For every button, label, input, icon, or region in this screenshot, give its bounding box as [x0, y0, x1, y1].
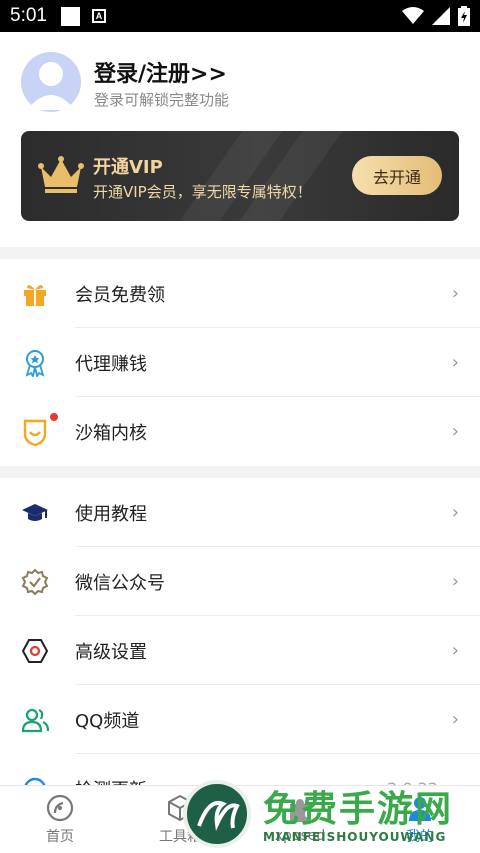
- menu-item-wechat-official[interactable]: 微信公众号 ›: [0, 547, 480, 616]
- shield-icon: [21, 418, 49, 446]
- tab-label: 我的: [406, 828, 434, 845]
- tab-toolbox[interactable]: 工具箱: [120, 786, 240, 853]
- menu-label: 代理赚钱: [75, 353, 147, 375]
- tab-xposed[interactable]: xposed: [240, 786, 360, 853]
- menu-label: 沙箱内核: [75, 422, 147, 444]
- vip-title: 开通VIP: [93, 157, 163, 178]
- menu-item-advanced-settings[interactable]: 高级设置 ›: [0, 616, 480, 685]
- tab-label: 首页: [46, 828, 74, 845]
- avatar[interactable]: [21, 52, 81, 112]
- menu-label: 高级设置: [75, 641, 147, 663]
- hexagon-settings-icon: [21, 637, 49, 665]
- section-divider: [0, 466, 480, 478]
- chevron-right-icon: ›: [451, 421, 459, 442]
- status-time: 5:01: [10, 5, 47, 26]
- notification-dot: [50, 413, 58, 421]
- tab-mine[interactable]: 我的: [360, 786, 480, 853]
- bottom-tab-bar: 首页 工具箱 xposed 我的: [0, 785, 480, 853]
- medal-icon: [21, 349, 49, 377]
- login-subtitle: 登录可解锁完整功能: [94, 91, 230, 109]
- gift-icon: [21, 280, 49, 308]
- chevron-right-icon: ›: [451, 640, 459, 661]
- chevron-right-icon: ›: [451, 571, 459, 592]
- tab-label: xposed: [274, 827, 326, 844]
- menu-label: 会员免费领: [75, 284, 165, 306]
- chevron-right-icon: ›: [451, 352, 459, 373]
- menu-item-free-membership[interactable]: 会员免费领 ›: [0, 259, 480, 328]
- person-icon: [406, 794, 434, 822]
- puzzle-icon: [286, 796, 314, 824]
- chevron-right-icon: ›: [451, 709, 459, 730]
- signal-icon: [432, 7, 450, 25]
- cube-icon: [166, 794, 194, 822]
- menu-label: QQ频道: [75, 710, 140, 732]
- menu-item-sandbox-kernel[interactable]: 沙箱内核 ›: [0, 397, 480, 466]
- menu-item-qq-channel[interactable]: QQ频道 ›: [0, 685, 480, 754]
- badge-check-icon: [21, 568, 49, 596]
- chevron-right-icon: ›: [451, 502, 459, 523]
- menu-label: 微信公众号: [75, 572, 165, 594]
- default-avatar-icon: [27, 62, 75, 110]
- crown-icon: [38, 156, 84, 193]
- wifi-icon: [402, 7, 424, 24]
- status-bar: 5:01 A: [0, 0, 480, 32]
- section-divider: [0, 247, 480, 259]
- notification-a-icon: A: [91, 9, 106, 23]
- vip-card[interactable]: 开通VIP 开通VIP会员，享无限专属特权！ 去开通: [21, 131, 459, 221]
- chevron-right-icon: ›: [451, 283, 459, 304]
- tab-home[interactable]: 首页: [0, 786, 120, 853]
- home-disc-icon: [46, 794, 74, 822]
- login-register-link[interactable]: 登录/注册>>: [94, 56, 227, 88]
- users-icon: [21, 706, 49, 734]
- menu-item-tutorial[interactable]: 使用教程 ›: [0, 478, 480, 547]
- tab-label: 工具箱: [159, 828, 201, 845]
- battery-icon: [458, 6, 470, 26]
- profile-header[interactable]: 登录/注册>> 登录可解锁完整功能: [0, 32, 480, 132]
- menu-label: 使用教程: [75, 503, 147, 525]
- graduation-cap-icon: [21, 499, 49, 527]
- notification-square-icon: [60, 6, 80, 26]
- open-vip-button[interactable]: 去开通: [352, 156, 442, 195]
- vip-subtitle: 开通VIP会员，享无限专属特权！: [93, 183, 312, 201]
- menu-item-agent-earn[interactable]: 代理赚钱 ›: [0, 328, 480, 397]
